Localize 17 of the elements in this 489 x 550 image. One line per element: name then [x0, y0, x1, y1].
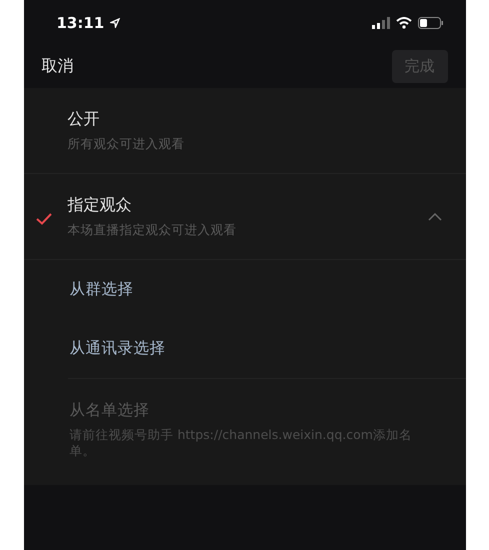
option-title: 指定观众 [68, 194, 132, 216]
signal-icon [372, 16, 390, 28]
option-subtitle: 所有观众可进入观看 [68, 136, 186, 152]
audience-option[interactable]: 指定观众 本场直播指定观众可进入观看 [24, 174, 466, 260]
choice-item[interactable]: 从群选择 [24, 260, 466, 319]
option-title: 公开 [68, 108, 100, 130]
choice-label: 从群选择 [70, 279, 134, 300]
wifi-icon [396, 16, 412, 28]
status-time: 13:11 [56, 14, 104, 32]
battery-icon [418, 16, 444, 28]
choice-label: 从名单选择 [70, 400, 150, 421]
choice-item[interactable]: 从通讯录选择 [24, 319, 466, 378]
choice-label: 从通讯录选择 [70, 338, 166, 359]
audience-option[interactable]: 公开 所有观众可进入观看 [24, 88, 466, 174]
option-subtitle: 本场直播指定观众可进入观看 [68, 222, 238, 238]
location-arrow-icon [110, 18, 120, 28]
cancel-button[interactable]: 取消 [42, 56, 74, 77]
